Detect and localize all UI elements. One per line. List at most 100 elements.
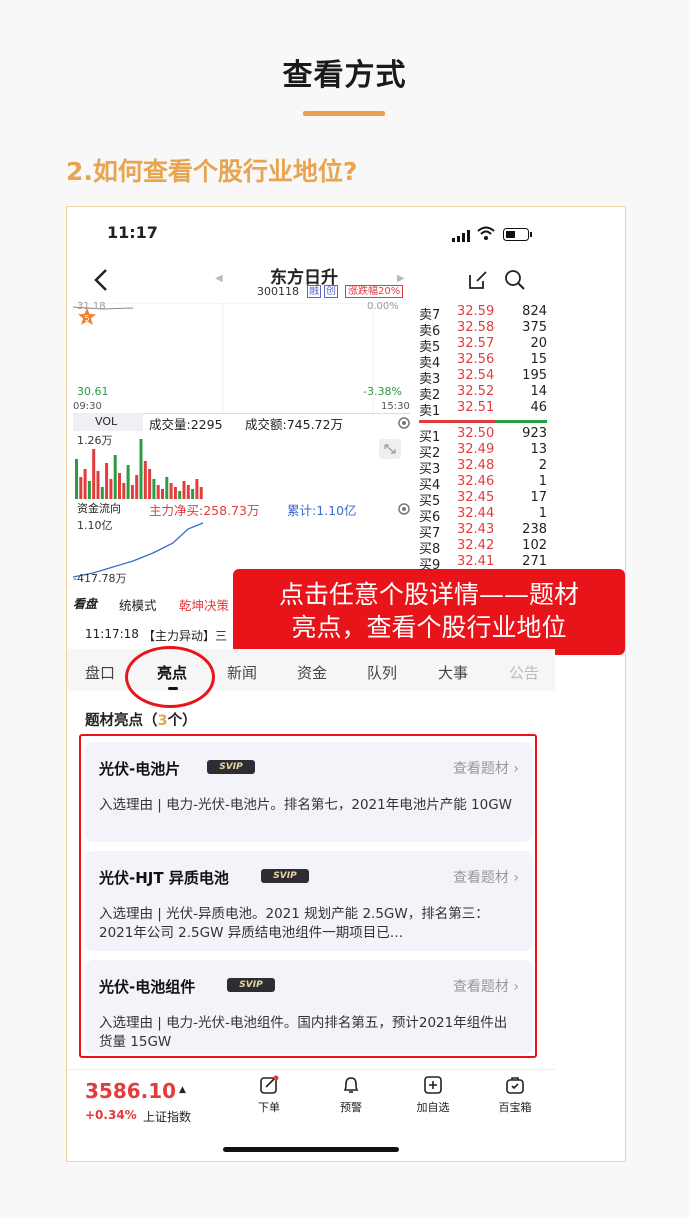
app-screenshot: 11:17 ◀ ▶ 东方日升 300118 融 创 涨跌幅20% 5 31.18… <box>66 206 626 1162</box>
kanpan-logo: 看盘 <box>73 597 98 611</box>
buy-order-row: 买8 32.42 102 <box>419 538 547 557</box>
order-price: 32.43 <box>457 522 495 537</box>
sell-order-row: 卖4 32.56 15 <box>419 352 547 371</box>
tab-queue[interactable]: 队列 <box>367 662 397 683</box>
order-price: 32.41 <box>457 554 495 569</box>
svip-badge: SVIP <box>207 760 255 774</box>
settings-icon[interactable] <box>397 415 411 429</box>
sell-order-row: 卖6 32.58 375 <box>419 320 547 339</box>
volume-bar <box>182 481 186 499</box>
volume-bar <box>130 485 134 499</box>
tab-announcements[interactable]: 公告 <box>509 662 539 683</box>
order-volume: 238 <box>522 522 547 537</box>
volume-bar <box>165 477 169 499</box>
volume-bar <box>191 489 195 499</box>
volume-bar <box>135 475 139 499</box>
volume-bar <box>178 491 182 499</box>
order-level: 买9 <box>419 558 441 573</box>
view-topic-link[interactable]: 查看题材 › <box>453 976 519 996</box>
sell-order-row: 卖7 32.59 824 <box>419 304 547 323</box>
svip-badge: SVIP <box>261 869 309 883</box>
order-volume: 46 <box>530 400 547 415</box>
topic-card-3[interactable]: 光伏-电池组件 SVIP 查看题材 › 入选理由 | 电力-光伏-电池组件。国内… <box>85 960 533 1054</box>
index-value[interactable]: 3586.10 <box>85 1079 176 1103</box>
flow-settings-icon[interactable] <box>397 501 411 515</box>
volume-bar <box>92 449 96 499</box>
nav-toolbox[interactable]: 百宝箱 <box>485 1075 545 1115</box>
expand-icon[interactable] <box>379 439 401 459</box>
order-price: 32.50 <box>457 426 495 441</box>
fund-axis-bottom: -417.78万 <box>73 572 127 585</box>
order-price: 32.49 <box>457 442 495 457</box>
volume-bar <box>105 463 109 499</box>
sell-order-row: 卖1 32.51 46 <box>419 400 547 419</box>
page-title: 查看方式 <box>282 58 407 93</box>
bell-icon <box>343 1077 359 1093</box>
tab-pankou[interactable]: 盘口 <box>85 662 115 683</box>
tab-events[interactable]: 大事 <box>438 662 468 683</box>
order-price: 32.58 <box>457 320 495 335</box>
topic-card-2[interactable]: 光伏-HJT 异质电池 SVIP 查看题材 › 入选理由 | 光伏-异质电池。2… <box>85 851 533 951</box>
card-desc: 入选理由 | 电力-光伏-电池组件。国内排名第五，预计2021年组件出货量 15… <box>99 1015 508 1050</box>
order-volume: 14 <box>530 384 547 399</box>
fund-flow-label: 资金流向 <box>77 502 121 515</box>
chart-time-end: 15:30 <box>381 401 410 412</box>
volume-bar <box>148 469 152 499</box>
nav-add-watchlist[interactable]: 加自选 <box>403 1075 463 1115</box>
nav-order[interactable]: 下单 <box>239 1075 299 1115</box>
chart-top-value: 31.18 <box>77 301 106 312</box>
tab-funds[interactable]: 资金 <box>297 662 327 683</box>
mode-toggle[interactable]: 统模式 <box>119 595 157 614</box>
tab-news[interactable]: 新闻 <box>227 662 257 683</box>
order-price: 32.45 <box>457 490 495 505</box>
volume-bar <box>156 485 160 499</box>
chart-time-start: 09:30 <box>73 401 102 412</box>
limit-badge: 涨跌幅20% <box>345 285 404 298</box>
back-icon[interactable] <box>93 267 109 293</box>
card-title: 光伏-电池片 <box>99 760 181 778</box>
order-price: 32.51 <box>457 400 495 415</box>
highlight-circle <box>125 646 215 708</box>
section-heading: 2.如何查看个股行业地位? <box>66 157 358 186</box>
stock-code: 300118 <box>257 285 299 298</box>
chuang-badge: 创 <box>324 285 338 298</box>
amount-text: 成交额:745.72万 <box>245 417 343 432</box>
sell-order-row: 卖3 32.54 195 <box>419 368 547 387</box>
bid-ask-divider <box>419 420 547 423</box>
status-time: 11:17 <box>107 223 158 242</box>
nav-alert[interactable]: 预警 <box>321 1075 381 1115</box>
volume-bar <box>113 455 117 499</box>
order-volume: 102 <box>522 538 547 553</box>
view-topic-link[interactable]: 查看题材 › <box>453 867 519 887</box>
volume-bar <box>87 481 91 499</box>
buy-order-row: 买4 32.46 1 <box>419 474 547 493</box>
view-topic-link[interactable]: 查看题材 › <box>453 758 519 778</box>
search-icon[interactable] <box>504 269 526 291</box>
order-volume: 375 <box>522 320 547 335</box>
order-price: 32.56 <box>457 352 495 367</box>
order-volume: 271 <box>522 554 547 569</box>
edit-icon[interactable] <box>467 269 489 291</box>
index-up-arrow-icon: ▲ <box>179 1085 186 1095</box>
order-price: 32.54 <box>457 368 495 383</box>
decision-link[interactable]: 乾坤决策 <box>179 595 229 614</box>
order-price: 32.52 <box>457 384 495 399</box>
callout-line-1: 点击任意个股详情——题材 <box>278 580 579 609</box>
sell-order-row: 卖5 32.57 20 <box>419 336 547 355</box>
topic-card-1[interactable]: 光伏-电池片 SVIP 查看题材 › 入选理由 | 电力-光伏-电池片。排名第七… <box>85 742 533 842</box>
volume-bar <box>79 477 83 499</box>
buy-order-row: 买5 32.45 17 <box>419 490 547 509</box>
home-indicator <box>223 1147 399 1152</box>
buy-order-row: 买3 32.48 2 <box>419 458 547 477</box>
order-icon <box>260 1075 279 1094</box>
toolbox-icon <box>506 1077 524 1094</box>
card-title: 光伏-HJT 异质电池 <box>99 869 229 887</box>
order-volume: 923 <box>522 426 547 441</box>
news-tag[interactable]: 【主力异动】三 <box>143 627 227 644</box>
callout-box: 点击任意个股详情——题材 亮点，查看个股行业地位 <box>233 569 625 655</box>
prev-stock-icon[interactable]: ◀ <box>215 273 223 284</box>
wifi-icon <box>477 225 495 240</box>
next-stock-icon[interactable]: ▶ <box>397 273 405 284</box>
buy-order-row: 买1 32.50 923 <box>419 426 547 445</box>
svip-badge: SVIP <box>227 978 275 992</box>
